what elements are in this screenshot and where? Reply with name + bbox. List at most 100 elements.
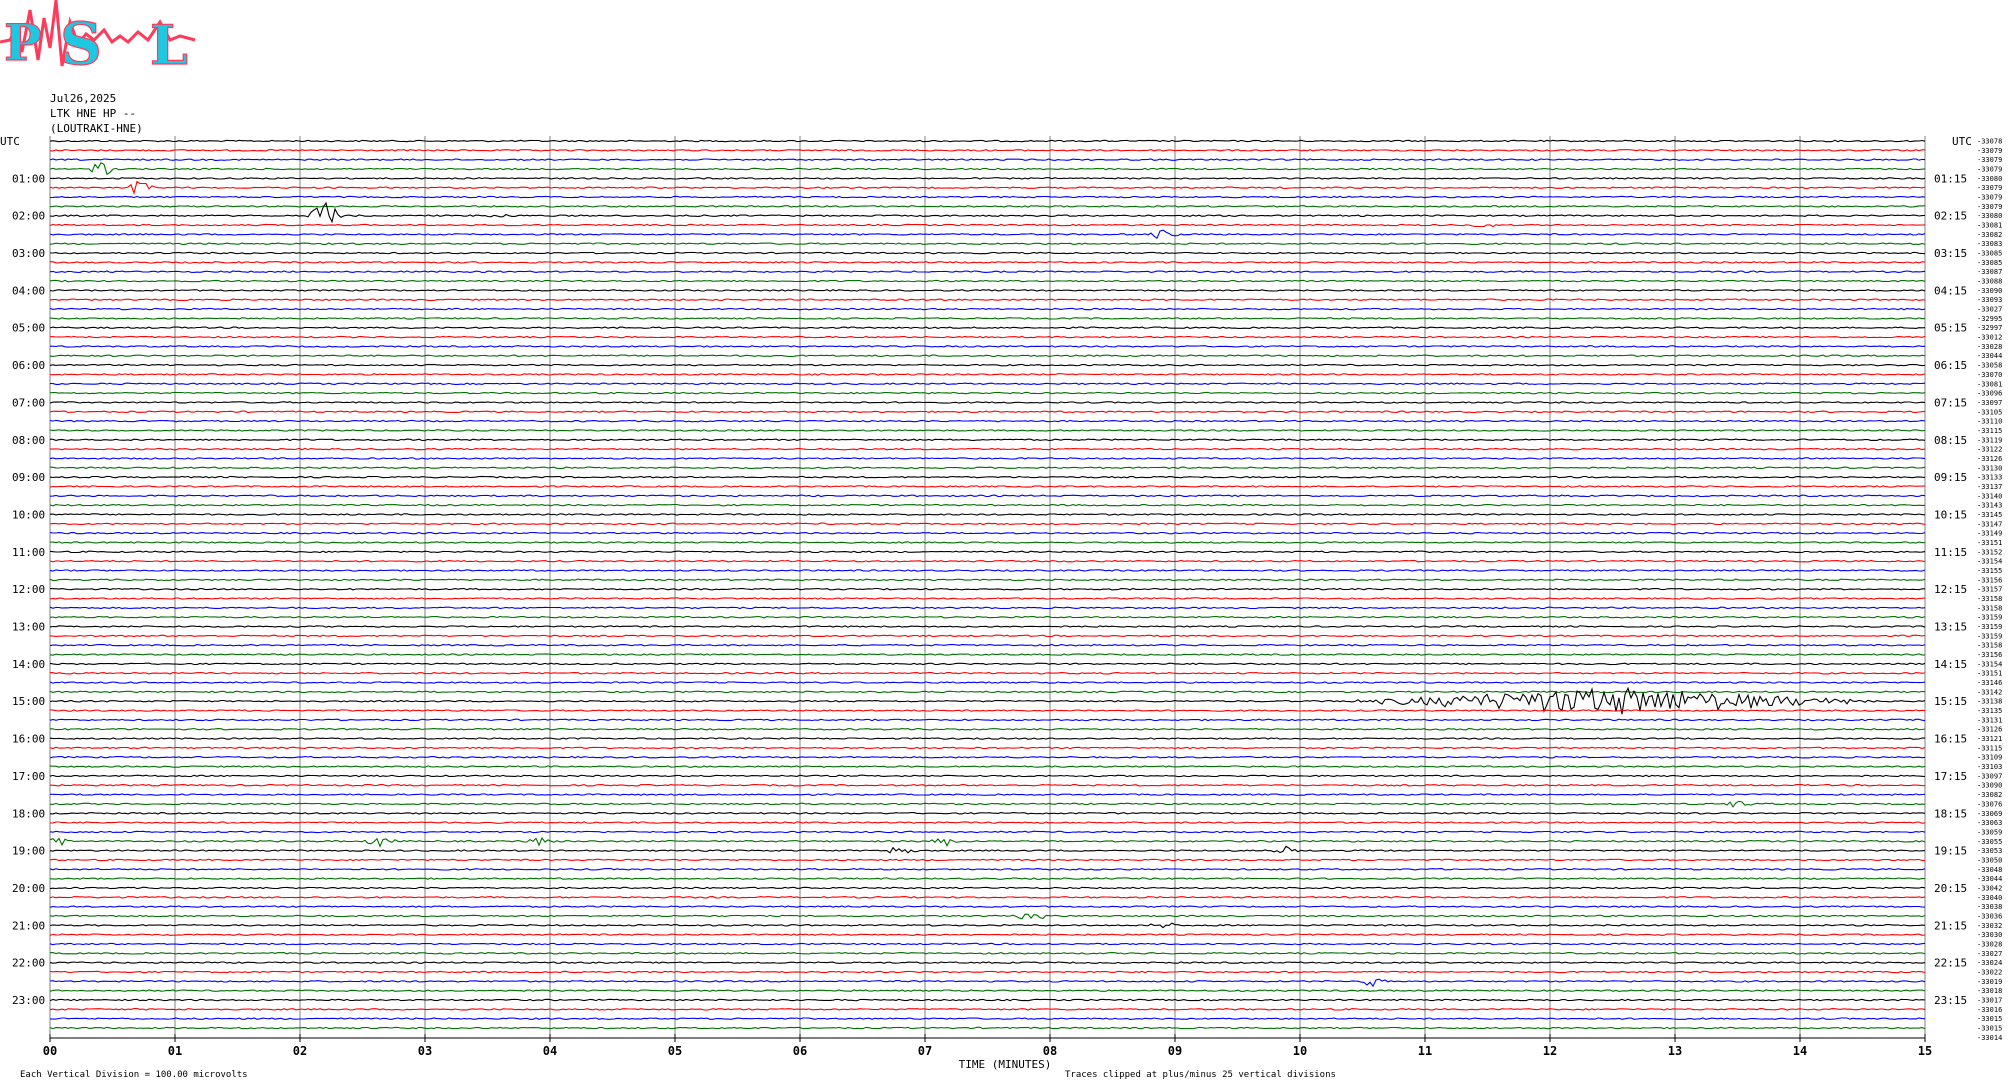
trace-offset-label: -33055 bbox=[1977, 838, 2002, 846]
seismic-trace bbox=[50, 345, 1926, 348]
seismic-trace bbox=[49, 905, 1926, 908]
trace-offset-label: -33032 bbox=[1977, 922, 2002, 930]
seismic-trace bbox=[49, 774, 1926, 778]
seismic-trace bbox=[49, 913, 1926, 920]
trace-offset-label: -33147 bbox=[1977, 520, 2002, 528]
seismic-trace bbox=[49, 858, 1925, 862]
seismic-trace bbox=[49, 606, 1926, 610]
seismic-trace bbox=[49, 354, 1926, 357]
seismic-trace bbox=[49, 485, 1926, 488]
trace-offset-label: -33140 bbox=[1977, 492, 2002, 500]
trace-offset-label: -33079 bbox=[1977, 194, 2002, 202]
seismic-trace bbox=[49, 494, 1926, 498]
hour-label-right: 10:15 bbox=[1934, 508, 1967, 521]
trace-offset-label: -33137 bbox=[1977, 483, 2002, 491]
trace-offset-label: -33069 bbox=[1977, 810, 2002, 818]
trace-offset-label: -33080 bbox=[1977, 175, 2002, 183]
seismic-trace bbox=[49, 783, 1926, 787]
hour-label-right: 04:15 bbox=[1934, 284, 1967, 297]
seismic-trace bbox=[49, 709, 1926, 712]
seismic-trace bbox=[49, 270, 1926, 273]
trace-offset-label: -33063 bbox=[1977, 819, 2002, 827]
clip-note: Traces clipped at plus/minus 25 vertical… bbox=[1065, 1070, 1336, 1080]
helicorder-plot: UTC UTC 01:00 02:00 03:00 04:00 05:00 06:00 07:0… bbox=[0, 135, 2002, 1071]
seismic-trace bbox=[49, 223, 1926, 228]
x-tick-label: 10 bbox=[1293, 1044, 1307, 1058]
hour-label-right: 20:15 bbox=[1934, 882, 1967, 895]
seismic-trace bbox=[50, 335, 1926, 339]
trace-offset-label: -33028 bbox=[1977, 343, 2002, 351]
hour-label-left: 11:00 bbox=[12, 546, 45, 559]
seismic-trace bbox=[49, 438, 1926, 442]
scale-note: Each Vertical Division = 100.00 microvol… bbox=[20, 1070, 248, 1080]
seismic-trace bbox=[50, 373, 1926, 376]
trace-offset-label: -33155 bbox=[1977, 567, 2002, 575]
seismic-trace bbox=[49, 998, 1926, 1002]
trace-offset-label: -33135 bbox=[1977, 707, 2002, 715]
x-tick-label: 00 bbox=[43, 1044, 57, 1058]
seismic-trace bbox=[49, 569, 1926, 572]
hour-label-right: 21:15 bbox=[1934, 919, 1967, 932]
seismic-trace bbox=[49, 681, 1926, 684]
x-tick-label: 03 bbox=[418, 1044, 432, 1058]
trace-offset-label: -33016 bbox=[1977, 1006, 2002, 1014]
trace-offset-label: -33050 bbox=[1977, 856, 2002, 864]
hour-label-right: 07:15 bbox=[1934, 396, 1967, 409]
trace-offset-label: -33103 bbox=[1977, 763, 2002, 771]
seismic-trace bbox=[49, 942, 1926, 946]
hour-label-left: 17:00 bbox=[12, 770, 45, 783]
trace-offset-label: -33082 bbox=[1977, 231, 2002, 239]
seismic-trace bbox=[49, 139, 1926, 143]
seismic-trace bbox=[49, 830, 1926, 834]
trace-offset-label: -32997 bbox=[1977, 324, 2002, 332]
seismic-trace bbox=[49, 195, 1926, 199]
trace-offset-label: -33087 bbox=[1977, 268, 2002, 276]
hour-label-right: 11:15 bbox=[1934, 546, 1967, 559]
hour-label-right: 06:15 bbox=[1934, 359, 1967, 372]
seismic-trace bbox=[49, 1008, 1926, 1011]
hour-label-right: 14:15 bbox=[1934, 658, 1967, 671]
trace-offset-label: -33093 bbox=[1977, 296, 2002, 304]
trace-offset-label: -33121 bbox=[1977, 735, 2002, 743]
x-tick-label: 04 bbox=[543, 1044, 557, 1058]
seismic-trace bbox=[49, 727, 1926, 731]
trace-offset-label: -33146 bbox=[1977, 679, 2002, 687]
hour-label-left: 05:00 bbox=[12, 322, 45, 335]
x-tick-label: 06 bbox=[793, 1044, 807, 1058]
seismic-trace bbox=[49, 298, 1926, 301]
x-tick-label: 13 bbox=[1668, 1044, 1682, 1058]
seismic-trace bbox=[49, 391, 1926, 395]
trace-offset-label: -33012 bbox=[1977, 334, 2002, 342]
seismic-trace bbox=[49, 933, 1926, 936]
utc-label-left: UTC bbox=[0, 135, 20, 148]
hour-label-right: 08:15 bbox=[1934, 434, 1967, 447]
seismic-trace bbox=[49, 978, 1926, 988]
trace-offset-label: -33059 bbox=[1977, 828, 2002, 836]
seismic-trace bbox=[49, 597, 1926, 600]
trace-offset-label: -33097 bbox=[1977, 772, 2002, 780]
hour-label-left: 20:00 bbox=[12, 882, 45, 895]
trace-offset-label: -33131 bbox=[1977, 716, 2002, 724]
x-tick-label: 12 bbox=[1543, 1044, 1557, 1058]
trace-offset-label: -33157 bbox=[1977, 586, 2002, 594]
seismic-trace bbox=[49, 634, 1926, 638]
seismic-trace bbox=[49, 447, 1926, 451]
seismic-trace bbox=[49, 765, 1926, 768]
trace-offset-label: -33085 bbox=[1977, 250, 2002, 258]
trace-offset-label: -33076 bbox=[1977, 800, 2002, 808]
trace-offset-label: -33115 bbox=[1977, 744, 2002, 752]
hour-label-right: 15:15 bbox=[1934, 695, 1967, 708]
hour-label-left: 10:00 bbox=[12, 508, 45, 521]
hour-label-left: 14:00 bbox=[12, 658, 45, 671]
seismic-trace bbox=[49, 550, 1926, 554]
seismic-trace bbox=[49, 671, 1926, 675]
x-tick-label: 08 bbox=[1043, 1044, 1057, 1058]
hour-label-right: 09:15 bbox=[1934, 471, 1967, 484]
seismic-trace bbox=[49, 800, 1926, 808]
hour-label-left: 07:00 bbox=[12, 396, 45, 409]
seismic-trace bbox=[49, 382, 1926, 386]
trace-offset-label: -33109 bbox=[1977, 754, 2002, 762]
seismic-trace bbox=[50, 541, 1926, 544]
seismic-trace bbox=[49, 1017, 1926, 1020]
hour-label-left: 16:00 bbox=[12, 733, 45, 746]
